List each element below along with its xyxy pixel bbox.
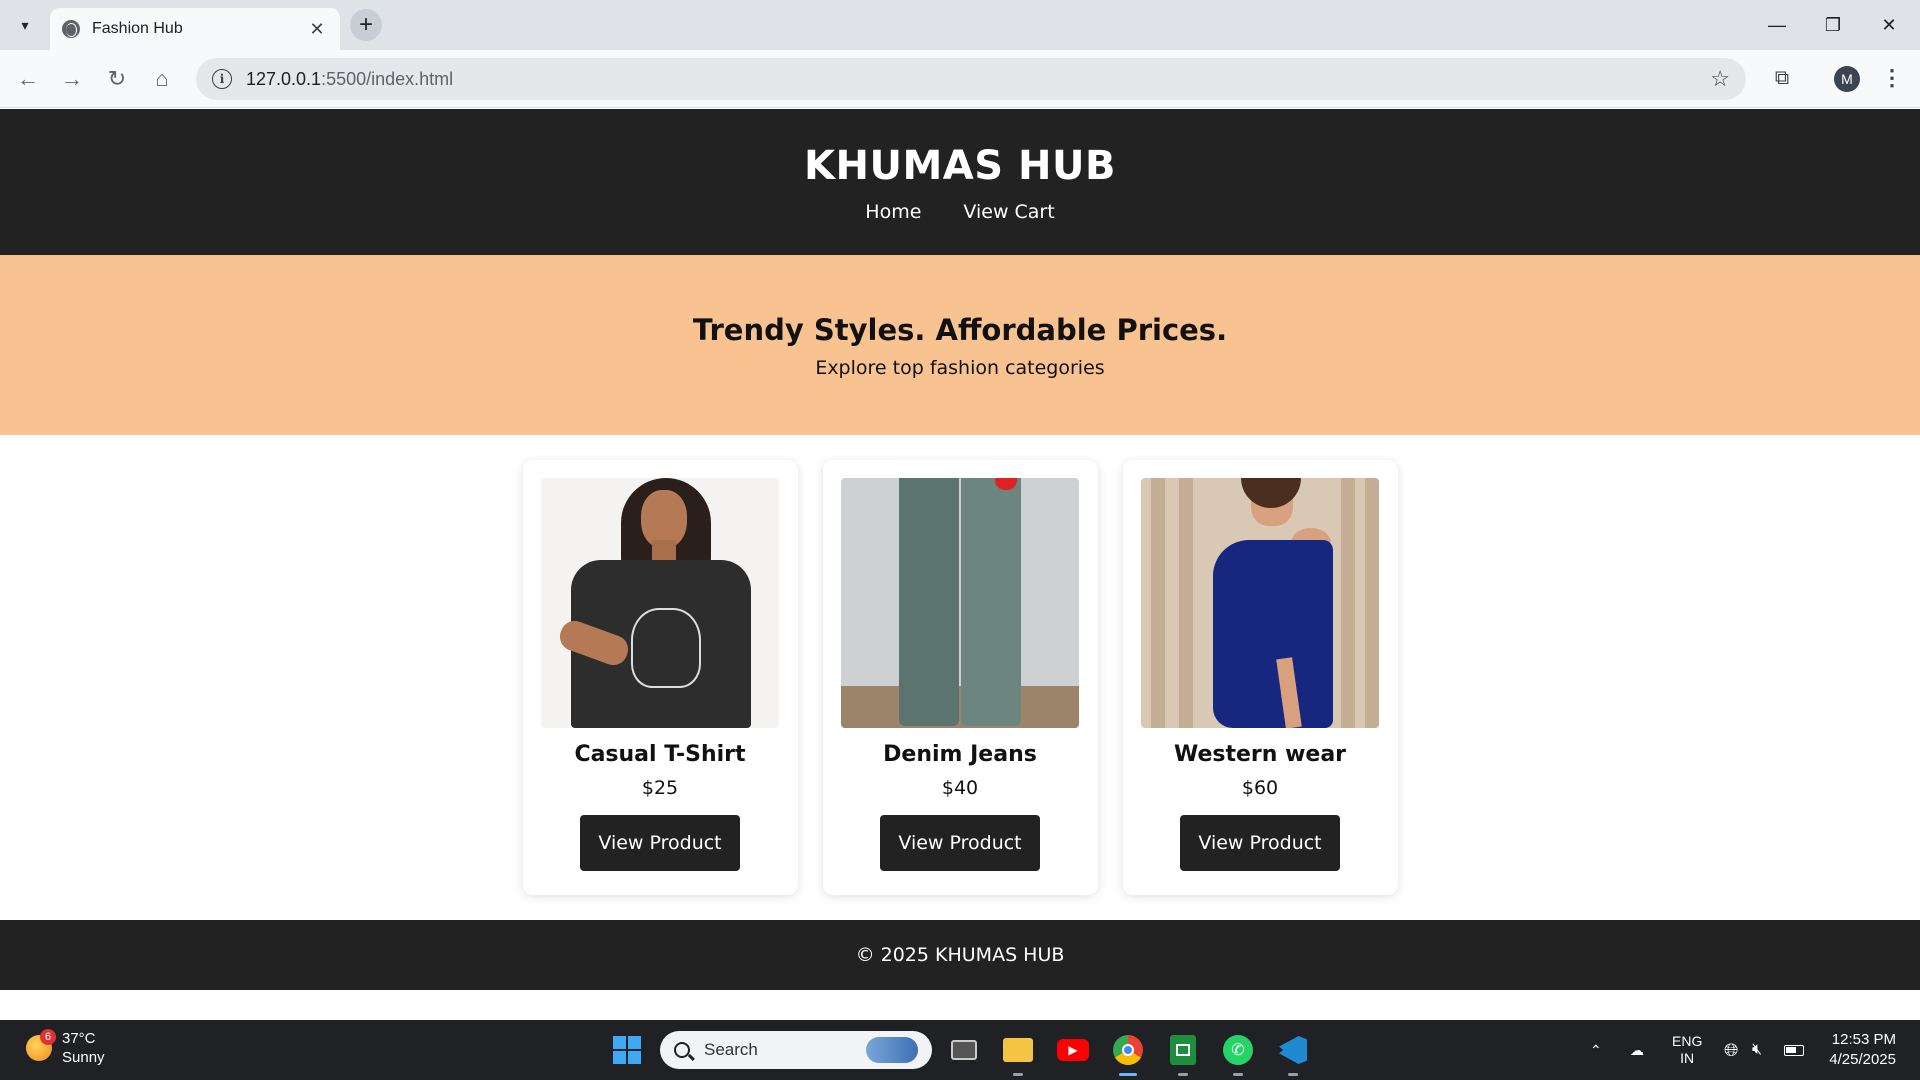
url-text[interactable]: 127.0.0.1:5500/index.html: [246, 69, 1710, 90]
clock-date: 4/25/2025: [1829, 1051, 1896, 1068]
network-globe-icon[interactable]: 🌐︎: [1724, 1020, 1738, 1080]
product-price: $40: [941, 777, 979, 799]
product-card-western-wear: Western wear $60 View Product: [1122, 460, 1398, 895]
view-product-button[interactable]: View Product: [1180, 815, 1340, 871]
site-footer: © 2025 KHUMAS HUB: [0, 920, 1920, 990]
vscode-icon[interactable]: [1275, 1032, 1311, 1076]
address-bar[interactable]: i 127.0.0.1:5500/index.html ☆: [196, 58, 1746, 100]
taskbar: 6 37°C Sunny Search ▶ ✆ ⌃ ☁ ENG IN 🌐︎ 🔇︎…: [0, 1020, 1920, 1080]
hero-title: Trendy Styles. Affordable Prices.: [692, 313, 1228, 347]
site-nav: Home View Cart: [0, 201, 1920, 223]
chrome-icon[interactable]: [1110, 1032, 1146, 1076]
browser-tab[interactable]: Fashion Hub ✕: [50, 8, 340, 50]
weather-temp: 37°C: [62, 1030, 96, 1047]
tab-close-icon[interactable]: ✕: [306, 19, 328, 40]
reload-icon[interactable]: ↻: [101, 63, 133, 95]
browser-toolbar: ← → ↻ ⌂ i 127.0.0.1:5500/index.html ☆ ⧉ …: [0, 50, 1920, 108]
weather-widget[interactable]: 6 37°C Sunny: [26, 1029, 105, 1067]
language-code: ENG: [1672, 1033, 1703, 1049]
jeans-photo[interactable]: [841, 478, 1079, 728]
product-name: Denim Jeans: [883, 742, 1037, 767]
tab-search-chevron-icon[interactable]: ▾: [12, 12, 38, 38]
profile-avatar[interactable]: M: [1834, 66, 1860, 92]
restore-icon[interactable]: ❐: [1810, 10, 1856, 40]
hero-banner: Trendy Styles. Affordable Prices. Explor…: [0, 255, 1920, 435]
url-path: :5500/index.html: [321, 68, 454, 89]
tshirt-photo[interactable]: [541, 478, 779, 728]
hero-subtitle: Explore top fashion categories: [815, 357, 1105, 379]
battery-icon[interactable]: [1784, 1020, 1804, 1080]
back-icon[interactable]: ←: [12, 63, 44, 95]
product-card-tshirt: Casual T-Shirt $25 View Product: [522, 460, 798, 895]
product-name: Casual T-Shirt: [574, 742, 746, 767]
home-icon[interactable]: ⌂: [146, 63, 178, 95]
google-sheets-icon[interactable]: [1165, 1032, 1201, 1076]
notification-badge: 6: [40, 1029, 56, 1045]
onedrive-cloud-icon[interactable]: ☁: [1630, 1020, 1644, 1080]
url-host: 127.0.0.1: [246, 68, 322, 89]
product-name: Western wear: [1173, 742, 1347, 767]
globe-icon: [62, 20, 80, 38]
minimize-icon[interactable]: —: [1754, 10, 1800, 40]
search-placeholder: Search: [704, 1040, 758, 1059]
product-grid: Casual T-Shirt $25 View Product Denim Je…: [0, 435, 1920, 920]
site-title: KHUMAS HUB: [804, 143, 1116, 189]
nav-view-cart-link[interactable]: View Cart: [963, 201, 1054, 223]
dress-photo[interactable]: [1141, 478, 1379, 728]
language-region: IN: [1680, 1050, 1695, 1066]
window-close-icon[interactable]: ✕: [1866, 10, 1912, 40]
volume-muted-icon[interactable]: 🔇︎: [1752, 1020, 1762, 1080]
site-info-icon[interactable]: i: [212, 69, 232, 89]
web-page: KHUMAS HUB Home View Cart Trendy Styles.…: [0, 109, 1920, 1020]
tab-title: Fashion Hub: [92, 20, 183, 37]
system-clock[interactable]: 12:53 PM 4/25/2025: [1829, 1030, 1896, 1070]
youtube-icon[interactable]: ▶: [1055, 1032, 1091, 1068]
site-header: KHUMAS HUB Home View Cart: [0, 109, 1920, 255]
file-explorer-icon[interactable]: [1000, 1032, 1036, 1076]
taskbar-search-box[interactable]: Search: [660, 1031, 932, 1069]
browser-menu-icon[interactable]: ⋮: [1880, 64, 1904, 92]
whatsapp-icon[interactable]: ✆: [1220, 1032, 1256, 1076]
product-card-jeans: Denim Jeans $40 View Product: [822, 460, 1098, 895]
search-highlight-icon: [866, 1037, 918, 1063]
show-hidden-icons-chevron-icon[interactable]: ⌃: [1590, 1020, 1602, 1080]
task-view-icon[interactable]: [946, 1032, 982, 1068]
bookmark-star-icon[interactable]: ☆: [1710, 66, 1730, 92]
product-price: $60: [1241, 777, 1279, 799]
search-icon: [674, 1042, 690, 1058]
browser-tab-strip: ▾ Fashion Hub ✕ + — ❐ ✕: [0, 0, 1920, 50]
view-product-button[interactable]: View Product: [580, 815, 740, 871]
nav-home-link[interactable]: Home: [865, 201, 921, 223]
extensions-puzzle-icon[interactable]: ⧉: [1768, 64, 1796, 92]
windows-start-icon[interactable]: [609, 1032, 645, 1068]
language-indicator[interactable]: ENG IN: [1672, 1020, 1702, 1080]
forward-icon[interactable]: →: [56, 63, 88, 95]
new-tab-button[interactable]: +: [350, 9, 382, 41]
product-price: $25: [641, 777, 679, 799]
clock-time: 12:53 PM: [1831, 1031, 1896, 1048]
view-product-button[interactable]: View Product: [880, 815, 1040, 871]
sun-icon: 6: [26, 1029, 56, 1061]
weather-desc: Sunny: [62, 1049, 105, 1066]
